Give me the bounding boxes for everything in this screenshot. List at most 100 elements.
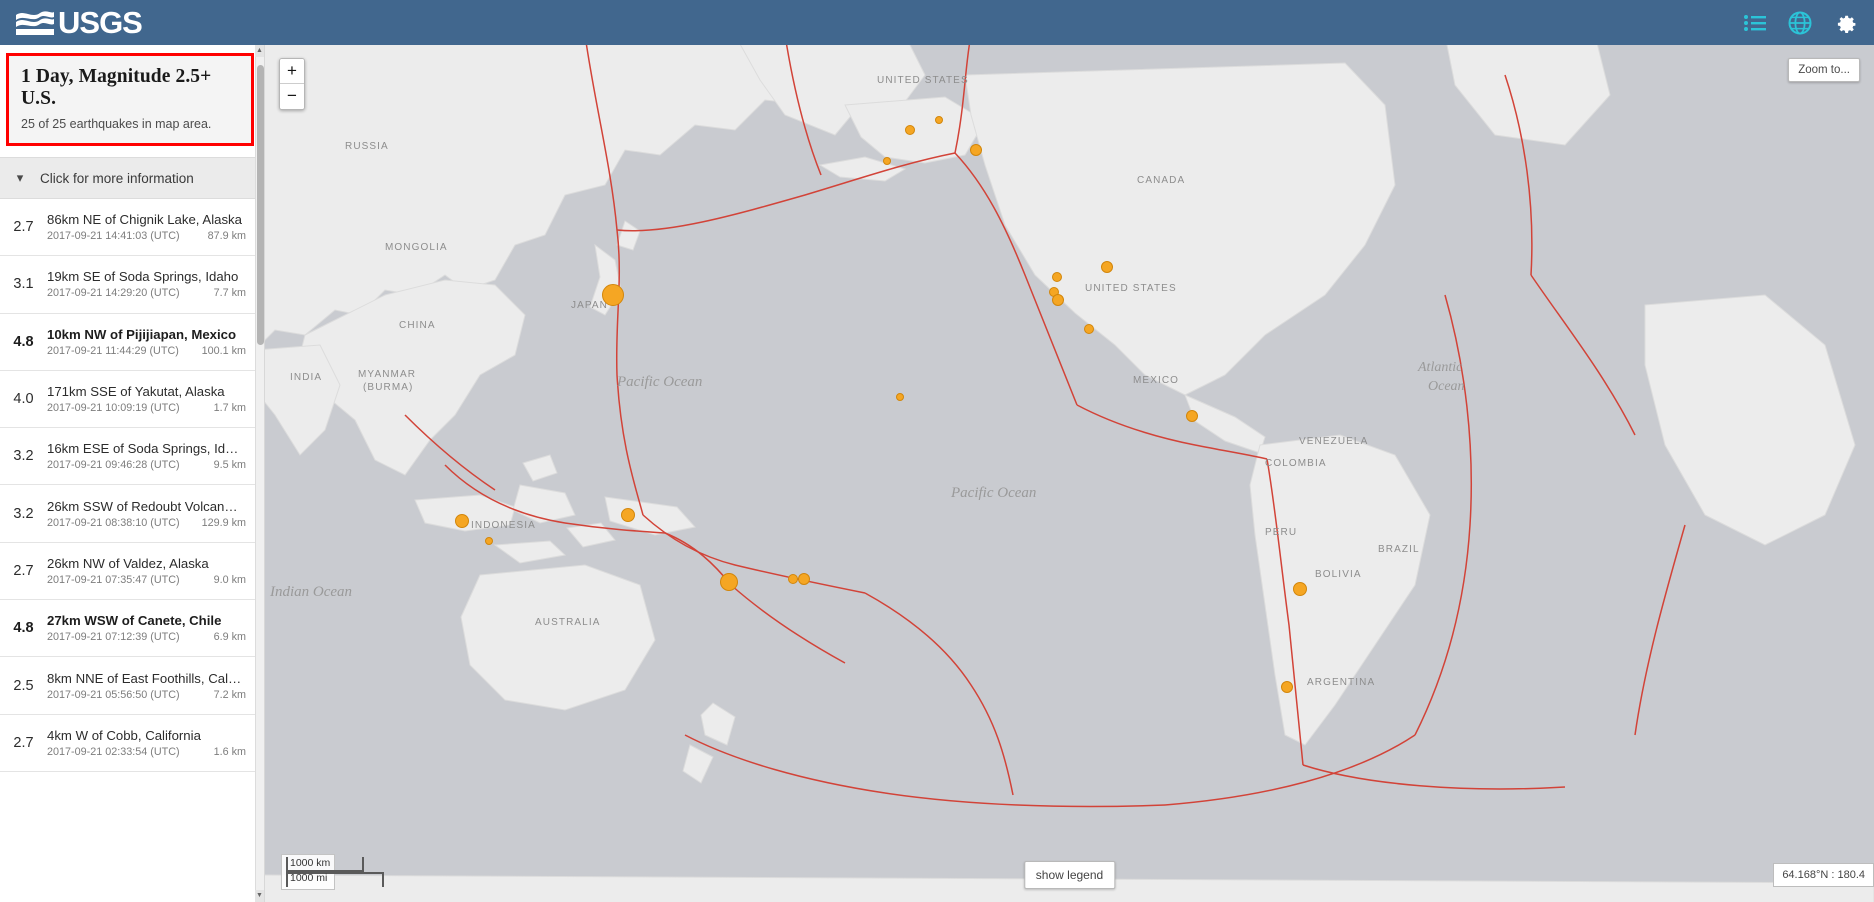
earthquake-marker[interactable]	[788, 574, 798, 584]
usgs-wave-icon	[16, 10, 54, 35]
earthquake-marker[interactable]	[485, 537, 493, 545]
table-row[interactable]: 3.2 26km SSW of Redoubt Volcano, Al... 201…	[0, 485, 264, 543]
earthquake-meta: 2017-09-21 10:09:19 (UTC) 1.7 km	[47, 402, 246, 414]
earthquake-time: 2017-09-21 02:33:54 (UTC)	[47, 745, 180, 758]
map-scale-bar: 1000 km 1000 mi	[281, 854, 384, 890]
world-map-graphic	[265, 45, 1874, 902]
chevron-down-icon: ▾	[16, 170, 24, 185]
coordinate-readout: 64.168°N : 180.4	[1773, 863, 1874, 887]
earthquake-place: 26km NW of Valdez, Alaska	[47, 555, 209, 571]
earthquake-marker[interactable]	[1281, 681, 1293, 693]
earthquake-marker[interactable]	[720, 573, 738, 591]
earthquake-time: 2017-09-21 09:46:28 (UTC)	[47, 459, 180, 472]
magnitude-value: 2.7	[13, 562, 34, 579]
header-icon-group	[1744, 0, 1858, 45]
earthquake-marker[interactable]	[1084, 324, 1094, 334]
zoom-to-button[interactable]: Zoom to...	[1788, 58, 1860, 82]
earthquake-marker[interactable]	[905, 125, 915, 135]
earthquake-meta: 2017-09-21 05:56:50 (UTC) 7.2 km	[47, 689, 246, 701]
earthquake-place: 86km NE of Chignik Lake, Alaska	[47, 212, 242, 228]
earthquake-count: 25 of 25 earthquakes in map area.	[21, 117, 212, 131]
zoom-out-button[interactable]: −	[280, 84, 304, 109]
table-row[interactable]: 2.7 26km NW of Valdez, Alaska 2017-09-21 0…	[0, 542, 264, 601]
earthquake-place: 27km WSW of Canete, Chile	[47, 613, 222, 629]
usgs-logo-text: USGS	[58, 4, 143, 40]
earthquake-depth: 87.9 km	[207, 230, 246, 243]
sidebar-scroll-region[interactable]: 1 Day, Magnitude 2.5+ U.S. 25 of 25 eart…	[0, 45, 264, 902]
magnitude-value: 2.7	[13, 734, 34, 751]
earthquake-details: 4km W of Cobb, California 2017-09-21 02:3…	[47, 728, 260, 758]
earthquake-time: 2017-09-21 11:44:29 (UTC)	[47, 344, 179, 357]
earthquake-meta: 2017-09-21 11:44:29 (UTC) 100.1 km	[47, 345, 246, 357]
earthquake-time: 2017-09-21 14:29:20 (UTC)	[47, 287, 180, 300]
earthquake-meta: 2017-09-21 09:46:28 (UTC) 9.5 km	[47, 459, 246, 471]
earthquake-details: 19km SE of Soda Springs, Idaho 2017-09-21…	[47, 269, 260, 299]
earthquake-details: 26km NW of Valdez, Alaska 2017-09-21 07:3…	[47, 556, 260, 586]
scale-kilometers: 1000 km	[286, 857, 364, 872]
earthquake-marker[interactable]	[1186, 410, 1198, 422]
table-row[interactable]: 4.8 10km NW of Pijijiapan, Mexico 2017-09-…	[0, 313, 264, 371]
earthquake-depth: 7.7 km	[213, 287, 246, 300]
table-row[interactable]: 4.8 27km WSW of Canete, Chile 2017-09-21 0…	[0, 600, 264, 658]
earthquake-marker[interactable]	[455, 514, 469, 528]
earthquake-marker[interactable]	[1293, 582, 1307, 596]
magnitude-value: 4.8	[13, 333, 34, 350]
earthquake-marker[interactable]	[621, 508, 635, 522]
table-row[interactable]: 3.2 16km ESE of Soda Springs, Idaho 2017-0…	[0, 428, 264, 486]
earthquake-details: 27km WSW of Canete, Chile 2017-09-21 07:1…	[47, 613, 260, 643]
earthquake-marker[interactable]	[1052, 294, 1064, 306]
more-information-toggle[interactable]: ▾ Click for more information	[0, 157, 264, 199]
scroll-up-arrow[interactable]: ▲	[255, 45, 264, 57]
earthquake-map[interactable]: Pacific Ocean Pacific Ocean Indian Ocean At…	[265, 45, 1874, 902]
table-row[interactable]: 3.1 19km SE of Soda Springs, Idaho 2017-09…	[0, 256, 264, 314]
earthquake-place: 4km W of Cobb, California	[47, 727, 201, 743]
earthquake-marker[interactable]	[1101, 261, 1113, 273]
table-row[interactable]: 2.7 86km NE of Chignik Lake, Alaska 2017-0…	[0, 199, 264, 257]
earthquake-depth: 6.9 km	[213, 631, 246, 644]
earthquake-place: 171km SSE of Yakutat, Alaska	[47, 384, 225, 400]
magnitude-value: 3.1	[13, 276, 34, 293]
zoom-in-button[interactable]: +	[280, 59, 304, 84]
list-view-icon[interactable]	[1744, 14, 1766, 32]
earthquake-depth: 129.9 km	[201, 516, 246, 529]
earthquake-marker[interactable]	[970, 144, 982, 156]
earthquake-meta: 2017-09-21 07:12:39 (UTC) 6.9 km	[47, 631, 246, 643]
usgs-logo[interactable]: USGS	[14, 4, 143, 41]
earthquake-time: 2017-09-21 10:09:19 (UTC)	[47, 402, 180, 415]
table-row[interactable]: 4.0 171km SSE of Yakutat, Alaska 2017-09-2…	[0, 370, 264, 429]
earthquake-marker[interactable]	[896, 393, 904, 401]
earthquake-place: 10km NW of Pijijiapan, Mexico	[47, 326, 237, 342]
scale-km-label: 1000 km	[290, 857, 331, 869]
earthquake-marker[interactable]	[935, 116, 943, 124]
earthquake-meta: 2017-09-21 14:29:20 (UTC) 7.7 km	[47, 287, 246, 299]
earthquake-meta: 2017-09-21 14:41:03 (UTC) 87.9 km	[47, 230, 246, 242]
table-row[interactable]: 2.7 4km W of Cobb, California 2017-09-21 0…	[0, 714, 264, 772]
sidebar-scrollbar[interactable]: ▲ ▼	[255, 45, 264, 902]
earthquake-time: 2017-09-21 05:56:50 (UTC)	[47, 688, 180, 701]
earthquake-details: 86km NE of Chignik Lake, Alaska 2017-09-2…	[47, 212, 260, 242]
earthquake-marker[interactable]	[798, 573, 810, 585]
earthquake-details: 8km NNE of East Foothills, California 201…	[47, 671, 260, 701]
earthquake-time: 2017-09-21 08:38:10 (UTC)	[47, 516, 180, 529]
scrollbar-thumb[interactable]	[257, 65, 264, 345]
earthquake-marker[interactable]	[883, 157, 891, 165]
magnitude-value: 4.0	[13, 391, 34, 408]
table-row[interactable]: 2.5 8km NNE of East Foothills, California…	[0, 657, 264, 715]
earthquake-depth: 9.5 km	[213, 459, 246, 472]
app-header: USGS	[0, 0, 1874, 45]
show-legend-button[interactable]: show legend	[1023, 861, 1116, 889]
earthquake-time: 2017-09-21 14:41:03 (UTC)	[47, 230, 180, 243]
earthquake-details: 26km SSW of Redoubt Volcano, Al... 2017-0…	[47, 499, 260, 529]
earthquake-depth: 7.2 km	[213, 688, 246, 701]
earthquake-list: 2.7 86km NE of Chignik Lake, Alaska 2017-0…	[0, 199, 264, 772]
earthquake-meta: 2017-09-21 02:33:54 (UTC) 1.6 km	[47, 746, 246, 758]
scale-miles: 1000 mi	[286, 872, 384, 887]
earthquake-meta: 2017-09-21 08:38:10 (UTC) 129.9 km	[47, 517, 246, 529]
scroll-down-arrow[interactable]: ▼	[255, 890, 264, 902]
earthquake-marker[interactable]	[602, 284, 624, 306]
earthquake-details: 16km ESE of Soda Springs, Idaho 2017-09-2…	[47, 441, 260, 471]
earthquake-marker[interactable]	[1052, 272, 1062, 282]
globe-icon[interactable]	[1788, 11, 1812, 35]
gear-icon[interactable]	[1834, 11, 1858, 35]
earthquake-sidebar: 1 Day, Magnitude 2.5+ U.S. 25 of 25 eart…	[0, 45, 265, 902]
